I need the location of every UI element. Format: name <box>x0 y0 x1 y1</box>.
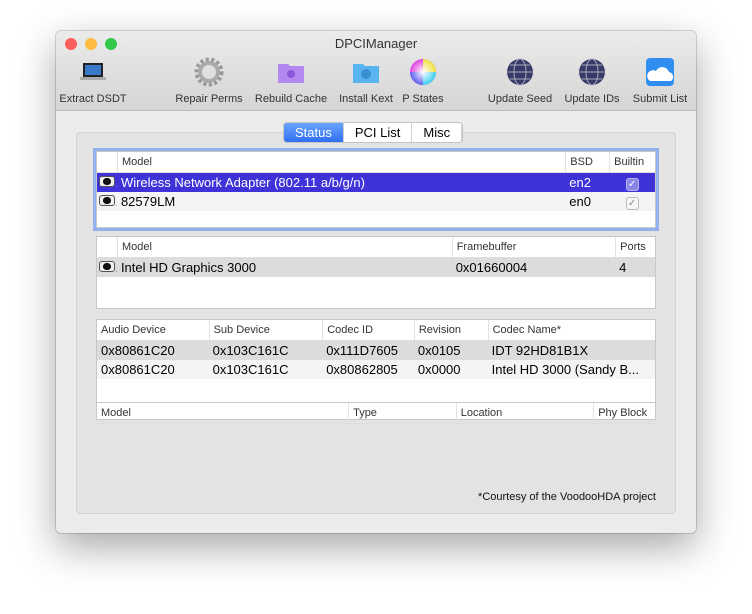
column-header[interactable]: Model <box>116 237 452 257</box>
table-cell: 0x80861C20 <box>101 362 175 377</box>
cloud-icon <box>645 57 675 87</box>
audio-table[interactable]: Audio Device Sub Device Codec ID Revision Co… <box>96 319 656 407</box>
table-row[interactable]: 0x80861C20 0x103C161C 0x111D7605 0x0105 IDT … <box>97 341 655 360</box>
app-window: DPCIManager Extract DSDT Repair Perms Rebu… <box>56 31 696 533</box>
table-cell: 0x80861C20 <box>101 343 175 358</box>
toolbar-label: Repair Perms <box>175 93 243 105</box>
table-header: Model BSD Builtin <box>97 152 655 173</box>
globe-icon <box>505 57 535 87</box>
toolbar-button-extract-dsdt[interactable]: Extract DSDT <box>58 57 128 105</box>
toolbar-button-submit-list[interactable]: Submit List <box>626 57 694 105</box>
column-header[interactable]: Sub Device <box>208 320 323 340</box>
eye-icon[interactable] <box>97 194 117 209</box>
column-header[interactable]: Framebuffer <box>451 237 615 257</box>
table-row[interactable]: Wireless Network Adapter (802.11 a/b/g/n… <box>97 173 655 192</box>
column-header[interactable]: Location <box>455 403 594 423</box>
footnote: *Courtesy of the VoodooHDA project <box>478 491 656 503</box>
table-cell: Intel HD Graphics 3000 <box>120 260 257 275</box>
tab-pci-list[interactable]: PCI List <box>344 123 413 142</box>
column-header[interactable]: Ports <box>615 237 655 257</box>
network-table[interactable]: Model BSD Builtin Wireless Network Adapter … <box>93 148 659 231</box>
table-row[interactable]: 82579LM en0 ✓ <box>97 192 655 211</box>
toolbar-label: Update IDs <box>564 93 620 105</box>
table-cell: 0x01660004 <box>455 260 528 275</box>
laptop-icon <box>78 57 108 87</box>
table-cell: 0x0000 <box>417 362 461 377</box>
folder-kext-icon <box>351 57 381 87</box>
table-cell: IDT 92HD81B1X <box>491 343 589 358</box>
column-header[interactable]: Model <box>97 403 348 423</box>
table-cell: 0x0105 <box>417 343 461 358</box>
table-row[interactable]: Intel HD Graphics 3000 0x01660004 4 <box>97 258 655 277</box>
column-header[interactable]: Type <box>348 403 456 423</box>
table-header: Audio Device Sub Device Codec ID Revision Co… <box>97 320 655 341</box>
column-header[interactable] <box>97 152 117 172</box>
column-header[interactable]: Phy Block <box>593 403 655 423</box>
tab-bar: Status PCI List Misc <box>283 122 464 143</box>
toolbar-label: Update Seed <box>487 93 553 105</box>
toolbar-button-update-seed[interactable]: Update Seed <box>484 57 556 105</box>
table-cell: Wireless Network Adapter (802.11 a/b/g/n… <box>120 175 365 190</box>
table-cell: 0x103C161C <box>212 362 289 377</box>
eye-icon[interactable] <box>97 260 117 275</box>
gear-icon <box>194 57 224 87</box>
table-cell: Intel HD 3000 (Sandy B... <box>491 362 640 377</box>
checkmark-icon: ✓ <box>625 196 639 210</box>
graphics-table[interactable]: Model Framebuffer Ports Intel HD Graphics 3… <box>96 236 656 309</box>
toolbar-label: Submit List <box>632 93 688 105</box>
table-cell: 82579LM <box>120 194 176 209</box>
toolbar-button-update-ids[interactable]: Update IDs <box>560 57 624 105</box>
toolbar-label: Extract DSDT <box>59 93 127 105</box>
column-header[interactable]: Revision <box>413 320 488 340</box>
table-cell: 0x80862805 <box>326 362 398 377</box>
checkmark-icon: ✓ <box>625 177 639 191</box>
column-header[interactable]: Model <box>116 152 565 172</box>
toolbar-button-p-states[interactable]: P States <box>398 57 448 105</box>
column-header[interactable]: Builtin <box>609 152 655 172</box>
globe-icon <box>577 57 607 87</box>
table-cell: 4 <box>619 260 627 275</box>
toolbar-label: Install Kext <box>339 93 393 105</box>
title-bar: DPCIManager Extract DSDT Repair Perms Rebu… <box>56 31 696 111</box>
table-cell: en2 <box>569 175 591 190</box>
folder-gear-icon <box>276 57 306 87</box>
eye-icon[interactable] <box>97 175 117 190</box>
builtin-checkbox[interactable]: ✓ <box>609 194 655 210</box>
column-header[interactable]: Codec Name* <box>487 320 655 340</box>
toolbar-label: Rebuild Cache <box>254 93 328 105</box>
column-header[interactable] <box>97 237 117 257</box>
table-cell: 0x111D7605 <box>326 343 398 358</box>
window-title: DPCIManager <box>334 36 418 51</box>
table-header: Model Type Location Phy Block <box>97 403 655 424</box>
column-header[interactable]: BSD <box>565 152 609 172</box>
tab-misc[interactable]: Misc <box>412 123 463 142</box>
toolbar-button-repair-perms[interactable]: Repair Perms <box>171 57 247 105</box>
column-header[interactable]: Audio Device <box>97 320 209 340</box>
toolbar-button-install-kext[interactable]: Install Kext <box>334 57 398 105</box>
table-row[interactable]: 0x80861C20 0x103C161C 0x80862805 0x0000 Inte… <box>97 360 655 379</box>
color-wheel-icon <box>408 57 438 87</box>
tab-status[interactable]: Status <box>284 123 344 142</box>
column-header[interactable]: Codec ID <box>322 320 414 340</box>
toolbar-label: P States <box>402 93 444 105</box>
toolbar-button-rebuild-cache[interactable]: Rebuild Cache <box>251 57 331 105</box>
table-header: Model Framebuffer Ports <box>97 237 655 258</box>
storage-table[interactable]: Model Type Location Phy Block <box>96 402 656 424</box>
table-cell: 0x103C161C <box>212 343 289 358</box>
builtin-checkbox[interactable]: ✓ <box>609 175 655 191</box>
table-cell: en0 <box>569 194 591 209</box>
